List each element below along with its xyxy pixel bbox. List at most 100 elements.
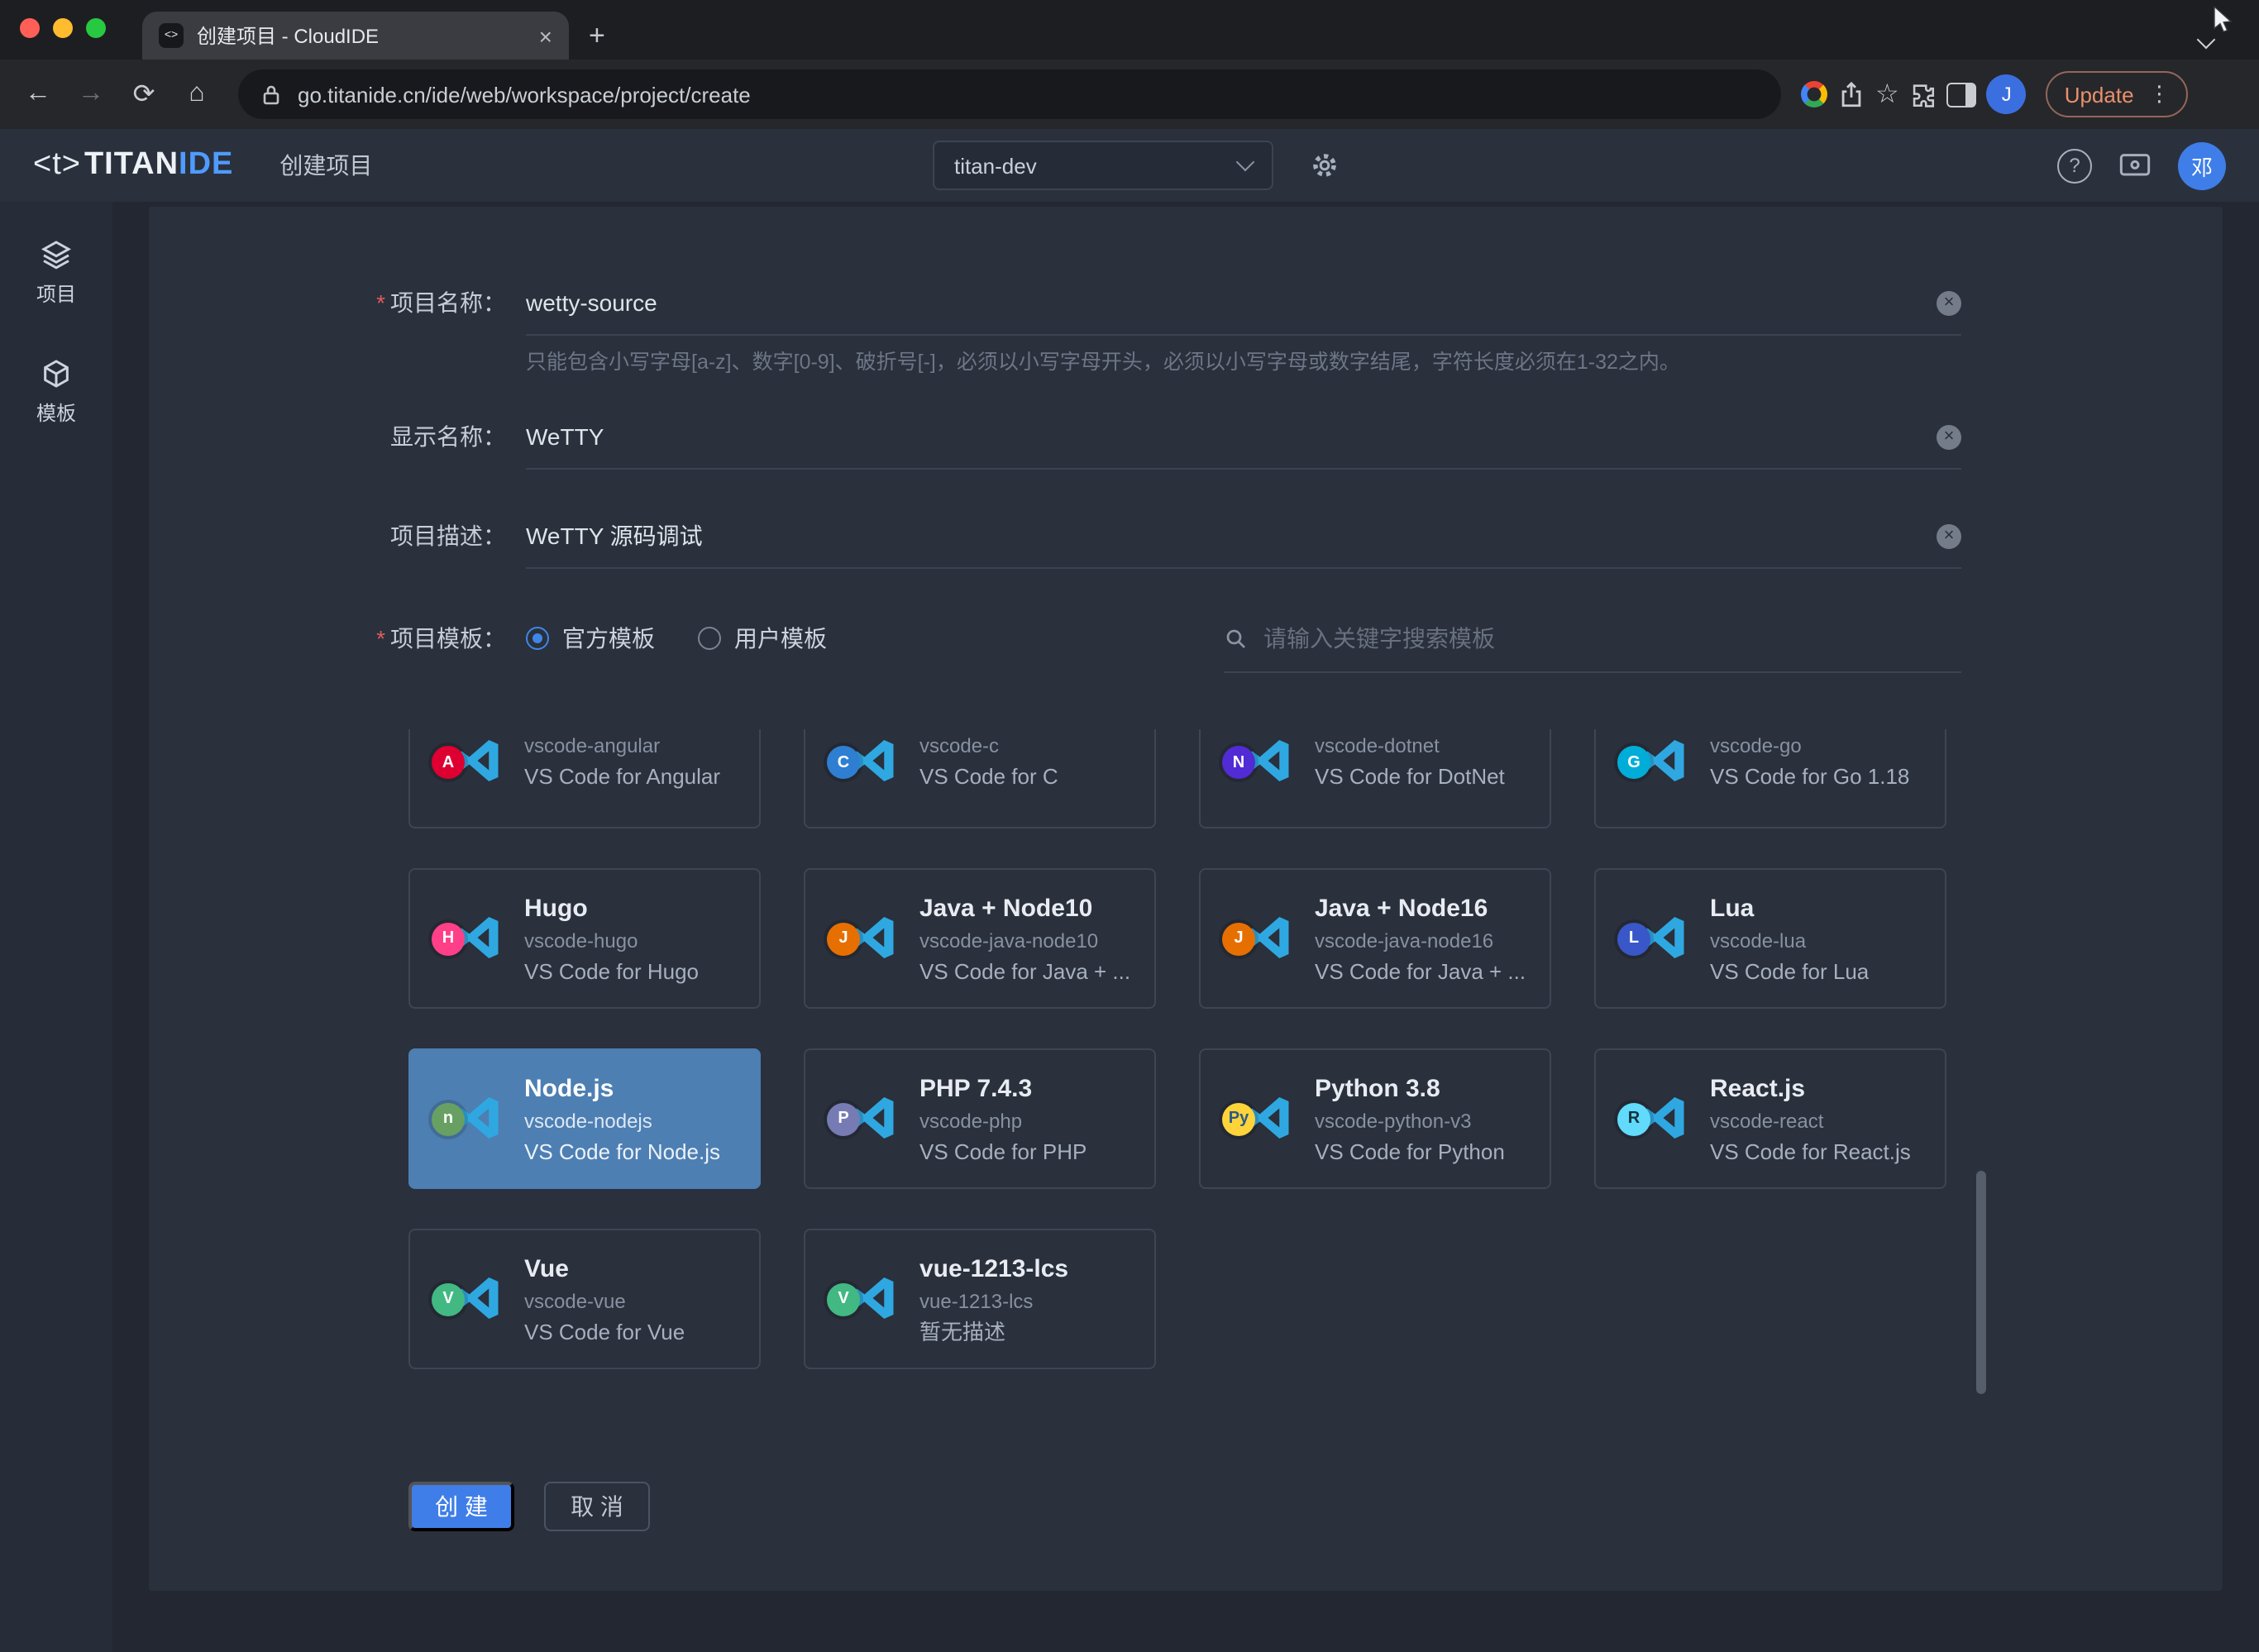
browser-tab-strip: <> 创建项目 - CloudIDE × +: [0, 0, 2259, 60]
template-desc: VS Code for Vue: [524, 1319, 685, 1345]
radio-unselected-icon: [698, 627, 721, 650]
template-card[interactable]: J Java + Node10 vscode-java-node10 VS Co…: [804, 868, 1156, 1009]
template-card[interactable]: V vue-1213-lcs vue-1213-lcs 暂无描述: [804, 1229, 1156, 1369]
language-badge: Py: [1222, 1102, 1255, 1135]
template-card[interactable]: V Vue vscode-vue VS Code for Vue: [408, 1229, 761, 1369]
template-title: Java + Node10: [919, 892, 1130, 924]
language-badge: J: [827, 922, 860, 955]
template-icon: P: [827, 1086, 900, 1152]
template-card[interactable]: C vscode-c VS Code for C: [804, 729, 1156, 828]
template-title: Vue: [524, 1253, 685, 1284]
template-card[interactable]: L Lua vscode-lua VS Code for Lua: [1594, 868, 1946, 1009]
template-texts: vscode-dotnet VS Code for DotNet: [1315, 734, 1505, 790]
project-name-label: *项目名称：: [149, 286, 526, 377]
radio-user-template[interactable]: 用户模板: [698, 622, 827, 655]
template-card[interactable]: A vscode-angular VS Code for Angular: [408, 729, 761, 828]
required-asterisk: *: [376, 625, 385, 652]
google-icon[interactable]: [1801, 81, 1827, 107]
template-desc: VS Code for Java + ...: [919, 958, 1130, 985]
template-search-input[interactable]: 请输入关键字搜索模板: [1224, 622, 1961, 673]
template-desc: VS Code for PHP: [919, 1139, 1087, 1165]
template-card[interactable]: Py Python 3.8 vscode-python-v3 VS Code f…: [1199, 1048, 1551, 1189]
template-title: Hugo: [524, 892, 699, 924]
cancel-button[interactable]: 取 消: [544, 1482, 650, 1531]
screen: <> 创建项目 - CloudIDE × + ← → ⟳ ⌂ go.titani…: [0, 0, 2259, 1652]
project-name-input[interactable]: wetty-source ×: [526, 286, 1961, 336]
share-icon[interactable]: [1837, 80, 1865, 108]
template-id: vscode-go: [1710, 734, 1909, 759]
forward-icon[interactable]: →: [69, 79, 112, 109]
workspace-value: titan-dev: [954, 153, 1037, 178]
sidebar-item-projects[interactable]: 项目: [0, 225, 112, 321]
template-grid: A vscode-angular VS Code for Angular C v…: [408, 729, 1946, 1369]
page-title: 创建项目: [279, 149, 372, 182]
template-card[interactable]: n Node.js vscode-nodejs VS Code for Node…: [408, 1048, 761, 1189]
template-id: vscode-python-v3: [1315, 1109, 1505, 1134]
template-title: Node.js: [524, 1072, 720, 1104]
side-panel-icon[interactable]: [1947, 82, 1977, 107]
template-card[interactable]: J Java + Node16 vscode-java-node16 VS Co…: [1199, 868, 1551, 1009]
close-window-button[interactable]: [20, 18, 40, 38]
template-desc: 暂无描述: [919, 1319, 1068, 1345]
template-id: vscode-java-node16: [1315, 929, 1526, 953]
template-texts: Java + Node16 vscode-java-node16 VS Code…: [1315, 892, 1526, 985]
screen-share-icon[interactable]: [2118, 151, 2152, 179]
language-badge: C: [827, 746, 860, 779]
reload-icon[interactable]: ⟳: [122, 78, 165, 111]
header-right-cluster: ? 邓: [2057, 141, 2226, 189]
language-badge: V: [827, 1282, 860, 1315]
minimize-window-button[interactable]: [53, 18, 73, 38]
chevron-down-icon[interactable]: [2197, 31, 2216, 50]
lock-icon: [261, 84, 281, 105]
template-card[interactable]: G vscode-go VS Code for Go 1.18: [1594, 729, 1946, 828]
template-id: vscode-dotnet: [1315, 734, 1505, 759]
display-name-row: 显示名称： WeTTY ×: [149, 420, 2223, 470]
template-id: vscode-nodejs: [524, 1109, 720, 1134]
workspace-select[interactable]: titan-dev: [933, 141, 1273, 190]
help-icon[interactable]: ?: [2057, 148, 2092, 183]
template-desc: VS Code for Go 1.18: [1710, 764, 1909, 790]
display-name-input[interactable]: WeTTY ×: [526, 420, 1961, 470]
template-card[interactable]: N vscode-dotnet VS Code for DotNet: [1199, 729, 1551, 828]
clear-icon[interactable]: ×: [1937, 523, 1961, 548]
settings-gear-icon[interactable]: [1310, 150, 1340, 180]
project-desc-value: WeTTY 源码调试: [526, 519, 703, 552]
back-icon[interactable]: ←: [17, 79, 60, 109]
radio-official-template[interactable]: 官方模板: [526, 622, 655, 655]
template-icon: L: [1617, 905, 1690, 972]
project-desc-input[interactable]: WeTTY 源码调试 ×: [526, 519, 1961, 569]
grid-scrollbar-thumb[interactable]: [1976, 1171, 1986, 1394]
template-card[interactable]: R React.js vscode-react VS Code for Reac…: [1594, 1048, 1946, 1189]
browser-tab[interactable]: <> 创建项目 - CloudIDE ×: [142, 12, 569, 60]
home-icon[interactable]: ⌂: [175, 79, 218, 109]
extensions-icon[interactable]: [1909, 80, 1937, 108]
clear-icon[interactable]: ×: [1937, 424, 1961, 449]
template-desc: VS Code for C: [919, 764, 1058, 790]
template-card[interactable]: P PHP 7.4.3 vscode-php VS Code for PHP: [804, 1048, 1156, 1189]
template-id: vscode-c: [919, 734, 1058, 759]
clear-icon[interactable]: ×: [1937, 290, 1961, 315]
template-card[interactable]: H Hugo vscode-hugo VS Code for Hugo: [408, 868, 761, 1009]
template-id: vscode-hugo: [524, 929, 699, 953]
user-avatar[interactable]: 邓: [2178, 141, 2226, 189]
template-id: vscode-vue: [524, 1289, 685, 1314]
address-bar[interactable]: go.titanide.cn/ide/web/workspace/project…: [238, 69, 1781, 119]
template-texts: Java + Node10 vscode-java-node10 VS Code…: [919, 892, 1130, 985]
update-button[interactable]: Update ⋮: [2046, 71, 2189, 117]
sidebar-item-templates[interactable]: 模板: [0, 344, 112, 440]
main-area: *项目名称： wetty-source × 只能包含小写字母[a-z]、数字[0…: [112, 202, 2259, 1652]
browser-menu-icon[interactable]: ⋮: [2149, 81, 2171, 107]
radio-selected-icon: [526, 627, 549, 650]
template-texts: vscode-c VS Code for C: [919, 734, 1058, 790]
new-tab-button[interactable]: +: [589, 21, 605, 50]
create-button[interactable]: 创 建: [408, 1482, 514, 1531]
browser-profile-avatar[interactable]: J: [1987, 74, 2027, 114]
tab-favicon-icon: <>: [159, 23, 184, 48]
maximize-window-button[interactable]: [86, 18, 106, 38]
template-id: vscode-react: [1710, 1109, 1911, 1134]
tab-close-icon[interactable]: ×: [539, 24, 552, 47]
template-texts: vscode-angular VS Code for Angular: [524, 734, 720, 790]
bookmark-star-icon[interactable]: ☆: [1875, 78, 1899, 111]
template-desc: VS Code for DotNet: [1315, 764, 1505, 790]
template-title: Python 3.8: [1315, 1072, 1505, 1104]
